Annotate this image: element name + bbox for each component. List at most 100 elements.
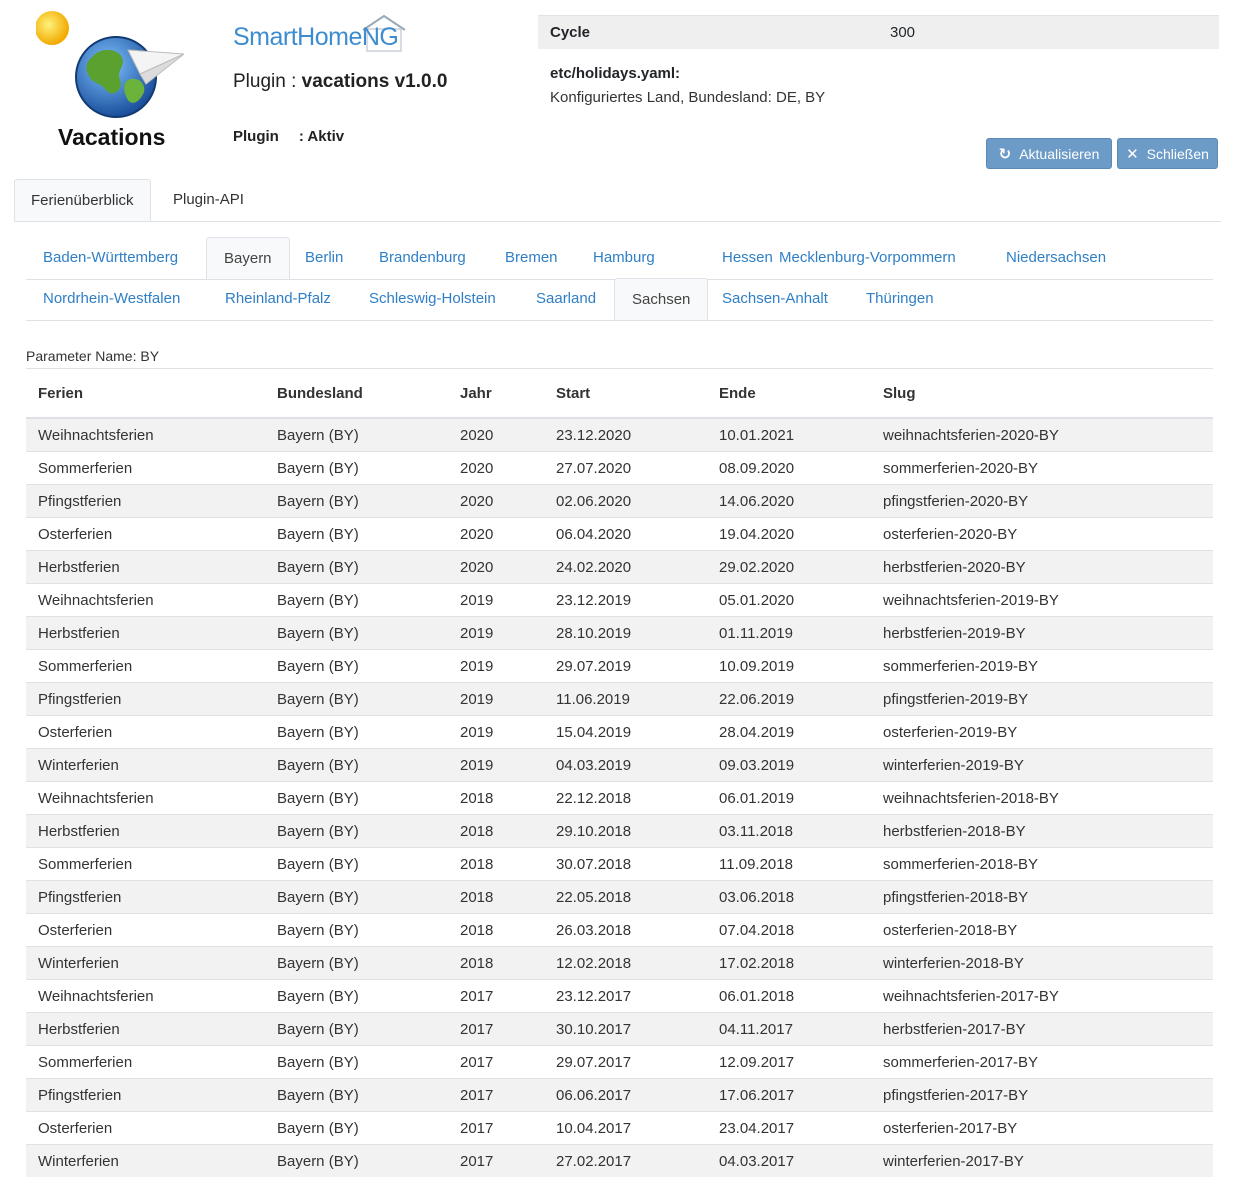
column-header[interactable]: Bundesland bbox=[265, 368, 448, 419]
table-cell: 05.01.2020 bbox=[707, 583, 871, 617]
table-cell: weihnachtsferien-2017-BY bbox=[871, 979, 1213, 1013]
holidays-file-label: etc/holidays.yaml: bbox=[550, 65, 681, 82]
table-row: Osterferien Bayern (BY) 2018 26.03.2018 07.0… bbox=[26, 913, 1213, 947]
table-row: Herbstferien Bayern (BY) 2018 29.10.2018 03.… bbox=[26, 814, 1213, 848]
globe-icon bbox=[35, 11, 185, 118]
table-cell: Bayern (BY) bbox=[265, 814, 448, 848]
column-header[interactable]: Slug bbox=[871, 368, 1213, 419]
column-header[interactable]: Ende bbox=[707, 368, 871, 419]
table-cell: 06.01.2019 bbox=[707, 781, 871, 815]
column-header[interactable]: Start bbox=[544, 368, 707, 419]
state-tab-rheinland-pfalz[interactable]: Rheinland-Pfalz bbox=[208, 278, 348, 319]
table-cell: weihnachtsferien-2019-BY bbox=[871, 583, 1213, 617]
table-cell: Bayern (BY) bbox=[265, 1012, 448, 1046]
table-row: Weihnachtsferien Bayern (BY) 2020 23.12.202… bbox=[26, 417, 1213, 452]
table-cell: osterferien-2018-BY bbox=[871, 913, 1213, 947]
tab-ferienueberblick[interactable]: Ferienüberblick bbox=[14, 179, 151, 221]
smarthomeng-logo: SmartHomeNG bbox=[231, 14, 411, 56]
state-tab-bremen[interactable]: Bremen bbox=[488, 237, 575, 278]
table-cell: Sommerferien bbox=[26, 1045, 265, 1079]
table-row: Osterferien Bayern (BY) 2019 15.04.2019 28.0… bbox=[26, 715, 1213, 749]
table-cell: 10.09.2019 bbox=[707, 649, 871, 683]
state-tab-berlin[interactable]: Berlin bbox=[288, 237, 360, 278]
table-cell: Bayern (BY) bbox=[265, 417, 448, 452]
table-cell: herbstferien-2020-BY bbox=[871, 550, 1213, 584]
table-cell: 24.02.2020 bbox=[544, 550, 707, 584]
main-tabs: Ferienüberblick Plugin-API bbox=[14, 179, 1221, 222]
table-cell: 2020 bbox=[448, 517, 544, 551]
table-cell: Bayern (BY) bbox=[265, 847, 448, 881]
table-cell: 27.07.2020 bbox=[544, 451, 707, 485]
tab-plugin-api[interactable]: Plugin-API bbox=[157, 179, 260, 220]
state-tab-hamburg[interactable]: Hamburg bbox=[576, 237, 672, 278]
table-cell: 2017 bbox=[448, 1078, 544, 1112]
table-cell: 2018 bbox=[448, 781, 544, 815]
table-row: Weihnachtsferien Bayern (BY) 2017 23.12.201… bbox=[26, 979, 1213, 1013]
state-tab-nordrhein-westfalen[interactable]: Nordrhein-Westfalen bbox=[26, 278, 197, 319]
state-tab-mecklenburg-vorpommern[interactable]: Mecklenburg-Vorpommern bbox=[762, 237, 973, 278]
table-cell: sommerferien-2020-BY bbox=[871, 451, 1213, 485]
state-tab-saarland[interactable]: Saarland bbox=[519, 278, 613, 319]
table-cell: 14.06.2020 bbox=[707, 484, 871, 518]
plugin-state-value: : Aktiv bbox=[298, 128, 345, 145]
table-row: Pfingstferien Bayern (BY) 2017 06.06.2017 17… bbox=[26, 1078, 1213, 1112]
table-cell: Osterferien bbox=[26, 715, 265, 749]
table-cell: 2020 bbox=[448, 484, 544, 518]
table-cell: Winterferien bbox=[26, 946, 265, 980]
table-cell: 09.03.2019 bbox=[707, 748, 871, 782]
table-cell: 08.09.2020 bbox=[707, 451, 871, 485]
table-row: Sommerferien Bayern (BY) 2017 29.07.2017 12.… bbox=[26, 1045, 1213, 1079]
table-cell: 28.10.2019 bbox=[544, 616, 707, 650]
column-header[interactable]: Jahr bbox=[448, 368, 544, 419]
table-cell: 2019 bbox=[448, 748, 544, 782]
table-cell: 29.07.2019 bbox=[544, 649, 707, 683]
table-cell: 29.02.2020 bbox=[707, 550, 871, 584]
table-cell: 10.01.2021 bbox=[707, 417, 871, 452]
table-cell: Bayern (BY) bbox=[265, 1078, 448, 1112]
state-tab-niedersachsen[interactable]: Niedersachsen bbox=[989, 237, 1123, 278]
state-tab-sachsen[interactable]: Sachsen bbox=[614, 278, 709, 320]
table-cell: Bayern (BY) bbox=[265, 913, 448, 947]
table-cell: osterferien-2019-BY bbox=[871, 715, 1213, 749]
table-row: Winterferien Bayern (BY) 2017 27.02.2017 04.… bbox=[26, 1144, 1213, 1177]
table-cell: 23.12.2017 bbox=[544, 979, 707, 1013]
table-cell: Sommerferien bbox=[26, 847, 265, 881]
table-row: Weihnachtsferien Bayern (BY) 2018 22.12.201… bbox=[26, 781, 1213, 815]
table-cell: Osterferien bbox=[26, 1111, 265, 1145]
state-tab-bayern[interactable]: Bayern bbox=[206, 237, 290, 279]
table-cell: Winterferien bbox=[26, 748, 265, 782]
close-button[interactable]: ✕ Schließen bbox=[1117, 138, 1218, 169]
table-cell: 04.11.2017 bbox=[707, 1012, 871, 1046]
state-tab-brandenburg[interactable]: Brandenburg bbox=[362, 237, 483, 278]
table-cell: weihnachtsferien-2018-BY bbox=[871, 781, 1213, 815]
table-cell: sommerferien-2018-BY bbox=[871, 847, 1213, 881]
table-cell: 01.11.2019 bbox=[707, 616, 871, 650]
column-header[interactable]: Ferien bbox=[26, 368, 265, 419]
table-cell: Weihnachtsferien bbox=[26, 979, 265, 1013]
table-cell: 12.02.2018 bbox=[544, 946, 707, 980]
state-tab-baden-wuerttemberg[interactable]: Baden-Württemberg bbox=[26, 237, 195, 278]
table-cell: Pfingstferien bbox=[26, 1078, 265, 1112]
table-cell: 29.07.2017 bbox=[544, 1045, 707, 1079]
table-cell: Bayern (BY) bbox=[265, 484, 448, 518]
table-cell: 23.12.2020 bbox=[544, 417, 707, 452]
table-cell: 29.10.2018 bbox=[544, 814, 707, 848]
refresh-button[interactable]: ↻ Aktualisieren bbox=[986, 138, 1112, 169]
state-tab-thueringen[interactable]: Thüringen bbox=[849, 278, 951, 319]
table-cell: 30.10.2017 bbox=[544, 1012, 707, 1046]
table-cell: 22.06.2019 bbox=[707, 682, 871, 716]
table-cell: 2020 bbox=[448, 451, 544, 485]
table-cell: Herbstferien bbox=[26, 814, 265, 848]
table-cell: Weihnachtsferien bbox=[26, 781, 265, 815]
state-tab-sachsen-anhalt[interactable]: Sachsen-Anhalt bbox=[705, 278, 845, 319]
table-cell: winterferien-2019-BY bbox=[871, 748, 1213, 782]
table-cell: 2018 bbox=[448, 880, 544, 914]
plugin-state-label: Plugin bbox=[233, 128, 279, 145]
table-cell: 2017 bbox=[448, 1045, 544, 1079]
table-cell: herbstferien-2019-BY bbox=[871, 616, 1213, 650]
table-cell: Bayern (BY) bbox=[265, 781, 448, 815]
state-tab-schleswig-holstein[interactable]: Schleswig-Holstein bbox=[352, 278, 513, 319]
table-row: Sommerferien Bayern (BY) 2020 27.07.2020 08.… bbox=[26, 451, 1213, 485]
table-cell: 22.12.2018 bbox=[544, 781, 707, 815]
table-cell: Bayern (BY) bbox=[265, 880, 448, 914]
